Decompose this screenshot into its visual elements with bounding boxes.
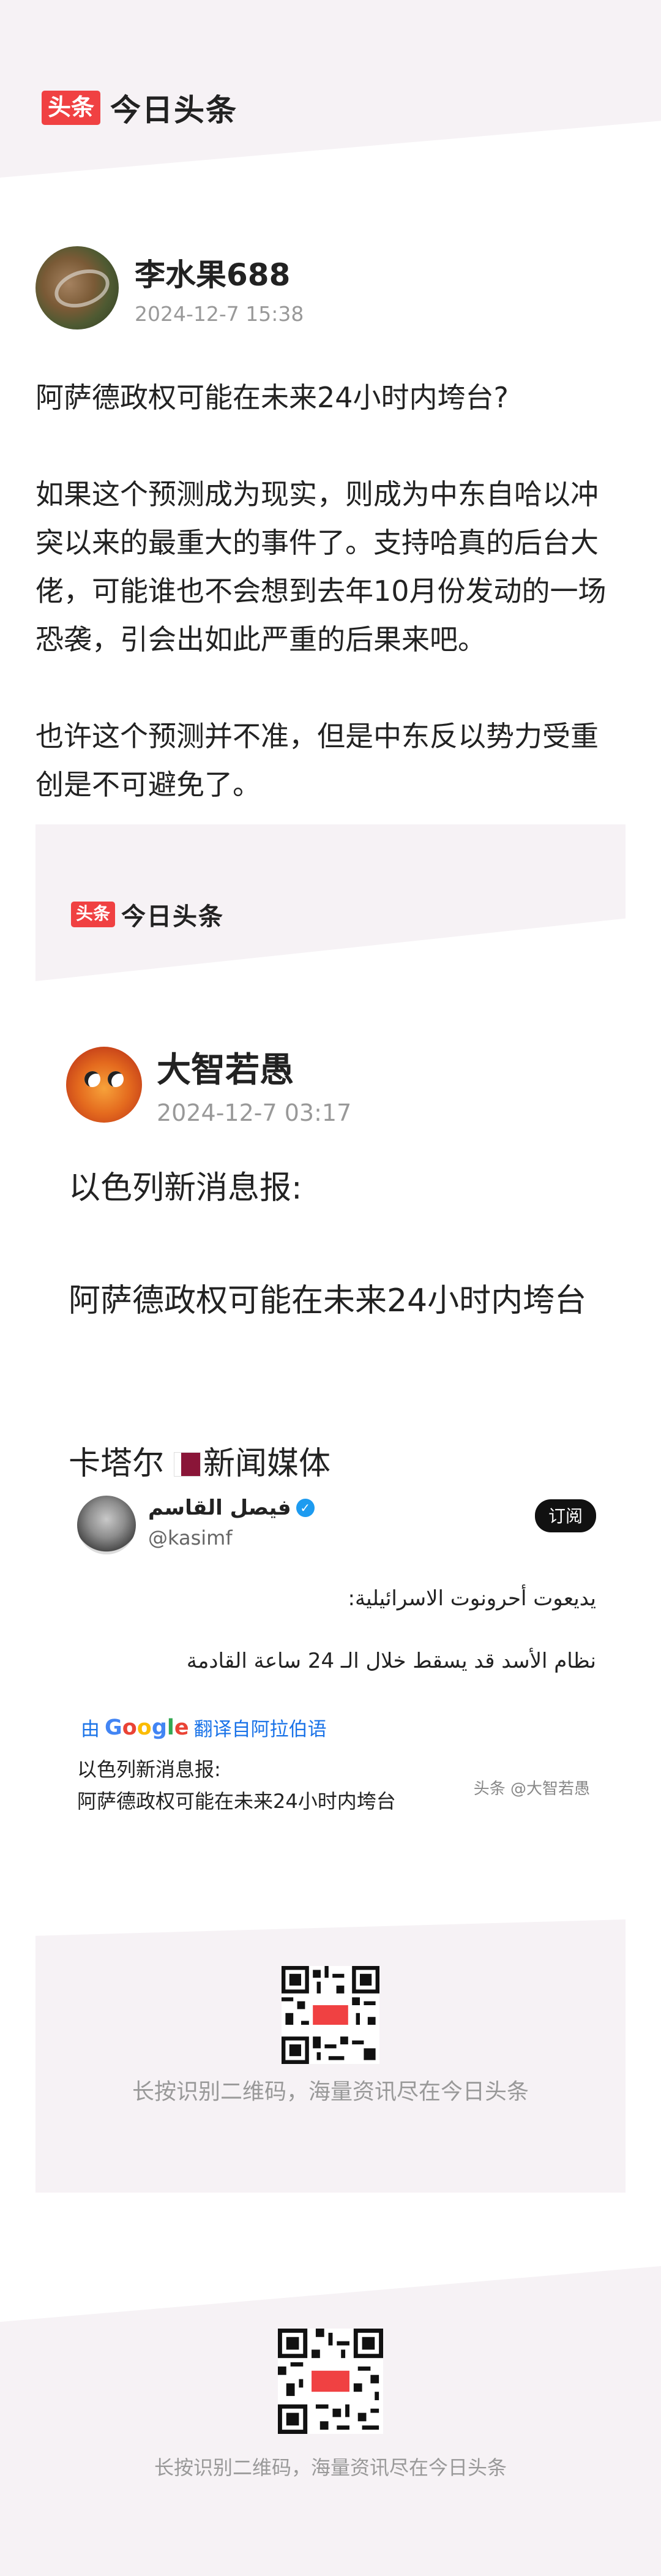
verified-icon: ✓ [296,1499,315,1517]
qr-caption: 长按识别二维码，海量资讯尽在今日头条 [154,2456,507,2479]
avatar[interactable] [35,246,119,330]
post-paragraph: 如果这个预测成为现实，则成为中东自哈以冲突以来的最重大的事件了。支持哈真的后台大… [35,478,607,656]
subscribe-button: 订阅 [534,1499,596,1532]
post-paragraph: 也许这个预测并不准，但是中东反以势力受重创是不可避免了。 [35,720,599,801]
tweet-translation: 以色列新消息报: [77,1758,221,1781]
post-body: 阿萨德政权可能在未来24小时内垮台? [35,374,626,422]
brand-name: 今日头条 [121,903,225,931]
post-body: 如果这个预测成为现实，则成为中东自哈以冲突以来的最重大的事件了。支持哈真的后台大… [35,470,626,664]
quoted-line: 卡塔尔 [69,1445,165,1482]
brand-badge: 头条 [71,902,116,927]
qr-code-icon[interactable] [278,2329,383,2434]
post-body: 也许这个预测并不准，但是中东反以势力受重创是不可避免了。 [35,712,626,809]
watermark: 头条 @大智若愚 [473,1780,590,1798]
google-logo-icon: Google [105,1715,189,1740]
brand-badge: 头条 [42,91,101,125]
qatar-flag-icon [174,1452,201,1477]
quoted-post[interactable]: 头条 今日头条 大智若愚 2024-12-7 03:17 以色列新消息报: 阿萨… [35,824,626,1850]
toutiao-logo: 头条 今日头条 [71,897,224,932]
post-author: 李水果688 2024-12-7 15:38 [35,246,304,330]
share-poster: 头条 今日头条 李水果688 2024-12-7 15:38 阿萨德政权可能在未… [0,0,661,2576]
tweet-handle: @kasimf [148,1526,233,1550]
embedded-tweet: ✓ فيصل القاسم @kasimf 订阅 يديعوت أحرونوت … [69,1488,601,1831]
avatar[interactable] [66,1046,142,1123]
qr-caption: 长按识别二维码，海量资讯尽在今日头条 [132,2079,529,2104]
tweet-translation: 阿萨德政权可能在未来24小时内垮台 [77,1790,396,1813]
qr-code-icon[interactable] [282,1966,379,2064]
author-name[interactable]: 李水果688 [135,250,304,295]
quoted-line: 以色列新消息报: [69,1170,302,1207]
quoted-line: 新闻媒体 [203,1445,331,1482]
brand-name: 今日头条 [110,92,238,128]
tweet-text-arabic: نظام الأسد قد يسقط خلال الـ 24 ساعة القا… [186,1649,596,1673]
translation-label: 由 Google 翻译自阿拉伯语 [81,1715,327,1741]
post-time: 2024-12-7 15:38 [135,301,304,326]
author-name[interactable]: 大智若愚 [157,1042,351,1092]
tweet-author-name: ✓ فيصل القاسم [148,1496,315,1520]
toutiao-logo: 头条 今日头条 [42,86,237,130]
quoted-line: 阿萨德政权可能在未来24小时内垮台 [69,1282,587,1319]
quoted-author: 大智若愚 2024-12-7 03:17 [66,1042,351,1126]
post-paragraph: 阿萨德政权可能在未来24小时内垮台? [35,381,509,414]
post-time: 2024-12-7 03:17 [157,1099,352,1126]
quoted-source-line: 卡塔尔 新闻媒体 [69,1436,601,1492]
tweet-text-arabic: يديعوت أحرونوت الاسرائيلية: [348,1586,597,1611]
avatar [77,1496,136,1554]
